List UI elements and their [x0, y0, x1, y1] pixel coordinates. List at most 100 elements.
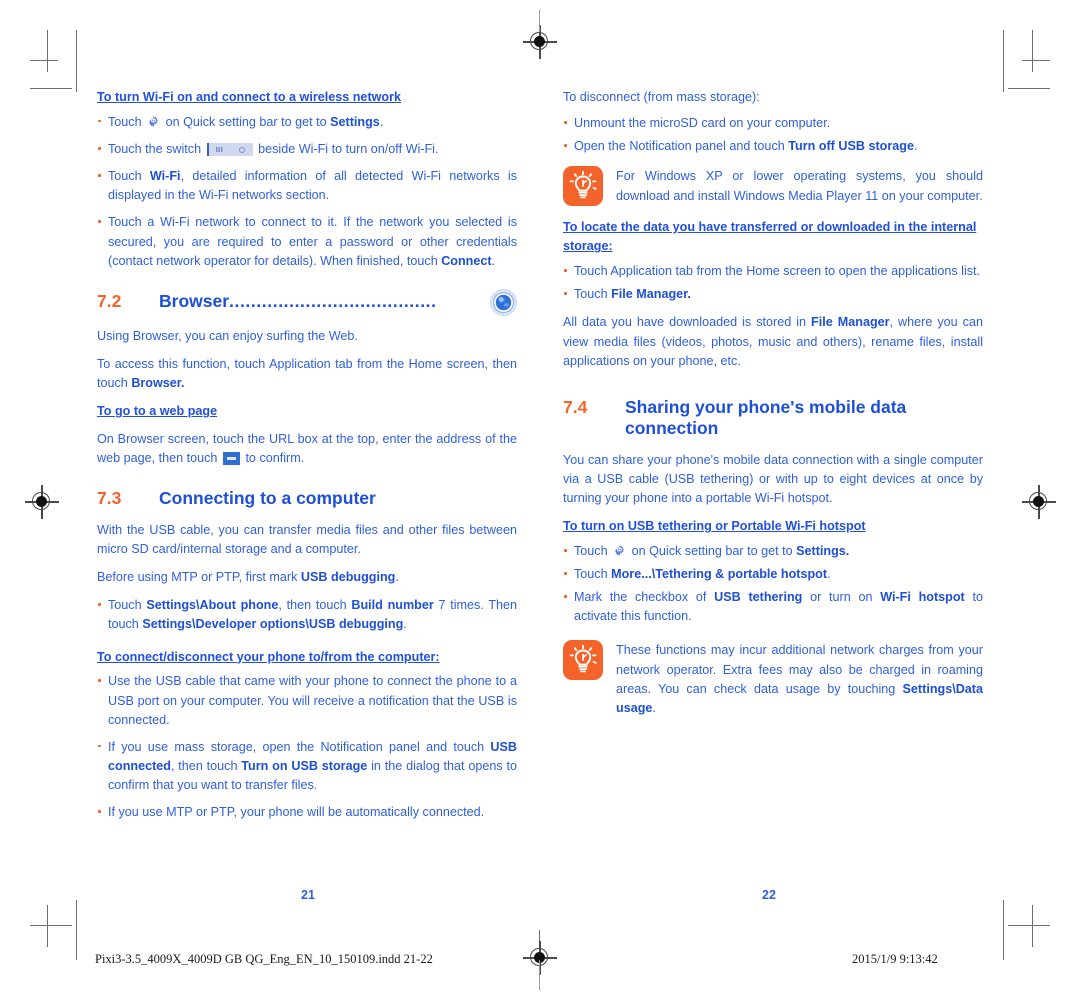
webpage-paragraph: On Browser screen, touch the URL box at …: [97, 430, 517, 468]
browser-access-paragraph: To access this function, touch Applicati…: [97, 355, 517, 393]
crop-mark-bl-v2: [76, 900, 78, 960]
list-item: If you use mass storage, open the Notifi…: [97, 738, 517, 795]
crop-mark-tl-h2: [30, 60, 58, 62]
paragraph-text-2: to confirm.: [245, 451, 305, 466]
heading-turn-on-wifi: To turn Wi-Fi on and connect to a wirele…: [97, 90, 402, 104]
paragraph-text: Before using MTP or PTP, first mark: [97, 570, 298, 585]
bullet-period: .: [491, 253, 496, 268]
crop-mark-bl-h: [30, 925, 72, 927]
dot-leader: ......................................: [229, 290, 437, 311]
list-item: Use the USB cable that came with your ph…: [97, 672, 517, 729]
list-item: Touch More...\Tethering & portable hotsp…: [563, 565, 983, 584]
crop-mark-tl-v: [47, 30, 49, 72]
wifi-bullet-list: Touch on Quick setting bar to get to Set…: [97, 113, 517, 271]
bullet-period: .: [913, 139, 918, 154]
disconnect-bullet-list: Unmount the microSD card on your compute…: [563, 114, 983, 156]
bold-settings-about-phone: Settings\About phone: [146, 598, 279, 613]
bold-browser: Browser.: [131, 376, 185, 391]
registration-tail-bottom: [539, 960, 541, 990]
section-title: Browser.................................…: [159, 291, 486, 312]
tip-callout-windows-xp: For Windows XP or lower operating system…: [563, 166, 983, 207]
heading-usb-tethering: To turn on USB tethering or Portable Wi-…: [563, 519, 866, 534]
paragraph-period: .: [395, 570, 399, 585]
bold-usb-tethering: USB tethering: [714, 590, 803, 605]
tip-period: .: [652, 700, 656, 715]
list-item: Touch File Manager.: [563, 285, 983, 304]
bold-developer-options: Settings\Developer options\USB debugging: [142, 617, 404, 632]
paragraph-text: On Browser screen, touch the URL box at …: [97, 432, 517, 466]
list-item: Touch a Wi-Fi network to connect to it. …: [97, 213, 517, 270]
bullet-period: .: [379, 114, 384, 129]
section-heading-7-2: 7.2 Browser.............................…: [97, 288, 517, 316]
list-item: Touch Wi-Fi, detailed information of all…: [97, 167, 517, 205]
bullet-text-2: on Quick setting bar to get to: [631, 543, 793, 558]
heading-locate-data: To locate the data you have transferred …: [563, 220, 977, 254]
crop-mark-tl-h: [30, 88, 72, 90]
bullet-text: Open the Notification panel and touch: [574, 139, 785, 154]
bullet-text: If you use mass storage, open the Notifi…: [108, 739, 485, 754]
section-number: 7.3: [97, 488, 122, 509]
bold-file-manager-2: File Manager: [811, 315, 890, 330]
section-title-line-1: Sharing your phone's mobile data: [625, 396, 907, 417]
page-left: To turn Wi-Fi on and connect to a wirele…: [97, 88, 517, 831]
section-title-text: Browser: [159, 290, 230, 311]
bullet-text: Touch: [108, 169, 142, 184]
section-number: 7.2: [97, 290, 122, 311]
usb-cable-paragraph: With the USB cable, you can transfer med…: [97, 522, 517, 556]
crop-mark-tr-v2: [1003, 30, 1005, 92]
heading-connect-disconnect: To connect/disconnect your phone to/from…: [97, 649, 440, 664]
gear-icon: [147, 115, 160, 128]
bullet-text: Touch: [574, 567, 608, 582]
bold-tethering-hotspot: More...\Tethering & portable hotspot: [611, 567, 828, 582]
bullet-text: Touch: [108, 598, 142, 613]
tip-callout-network-charges: These functions may incur additional net…: [563, 640, 983, 718]
page-number-right: 22: [762, 888, 776, 902]
bullet-text-2: or turn on: [810, 590, 873, 605]
bullet-period: .: [827, 567, 831, 582]
go-button-icon: [222, 452, 240, 466]
file-manager-paragraph: All data you have downloaded is stored i…: [563, 313, 983, 370]
bullet-text-2: beside Wi-Fi to turn on/off Wi-Fi.: [258, 142, 439, 157]
footer-timestamp: 2015/1/9 9:13:42: [852, 952, 938, 966]
bullet-text: Touch: [108, 114, 142, 129]
crop-mark-br-v2: [1003, 900, 1005, 960]
page-right: To disconnect (from mass storage): Unmou…: [563, 88, 983, 730]
list-item: Touch Settings\About phone, then touch B…: [97, 596, 517, 634]
bullet-text-2: , then touch: [278, 598, 347, 613]
lightbulb-tip-icon: [563, 640, 603, 681]
tip-text: These functions may incur additional net…: [616, 640, 983, 718]
gear-icon: [613, 544, 626, 557]
browser-globe-icon: [490, 288, 517, 316]
crop-mark-tr-h: [1008, 88, 1050, 90]
sharing-paragraph: You can share your phone's mobile data c…: [563, 452, 983, 505]
list-item: Mark the checkbox of USB tethering or tu…: [563, 588, 983, 626]
crop-mark-tr-h2: [1022, 60, 1050, 62]
bullet-text-2: on Quick setting bar to get to: [165, 114, 327, 129]
list-item: Unmount the microSD card on your compute…: [563, 114, 983, 133]
bold-settings: Settings: [330, 114, 380, 129]
list-item: Touch on Quick setting bar to get to Set…: [97, 113, 517, 132]
registration-tail-top: [539, 10, 541, 32]
bold-usb-debugging: USB debugging: [300, 570, 396, 585]
bullet-text: Touch: [574, 287, 608, 302]
browser-intro-paragraph: Using Browser, you can enjoy surfing the…: [97, 328, 358, 343]
bold-file-manager: File Manager.: [611, 287, 691, 302]
page-number-left: 21: [301, 888, 315, 902]
bold-connect: Connect: [441, 253, 492, 268]
build-number-bullet-list: Touch Settings\About phone, then touch B…: [97, 596, 517, 634]
disconnect-paragraph: To disconnect (from mass storage):: [563, 90, 760, 104]
list-item: Touch the switch beside Wi-Fi to turn on…: [97, 140, 517, 159]
bullet-text: Touch: [574, 543, 608, 558]
paragraph-text: All data you have downloaded is stored i…: [563, 315, 807, 330]
heading-go-to-web-page: To go to a web page: [97, 404, 218, 419]
crop-mark-br-h: [1008, 925, 1050, 927]
crop-mark-tl-v2: [76, 30, 78, 92]
section-title-line-2: connection: [625, 418, 719, 439]
bullet-text: Touch the switch: [108, 142, 202, 157]
section-title: Connecting to a computer: [159, 488, 376, 509]
registration-mark-right: [1022, 485, 1056, 519]
list-item: Touch on Quick setting bar to get to Set…: [563, 542, 983, 561]
connect-bullet-list: Use the USB cable that came with your ph…: [97, 672, 517, 822]
registration-mark-left: [25, 485, 59, 519]
list-item: Open the Notification panel and touch Tu…: [563, 137, 983, 156]
